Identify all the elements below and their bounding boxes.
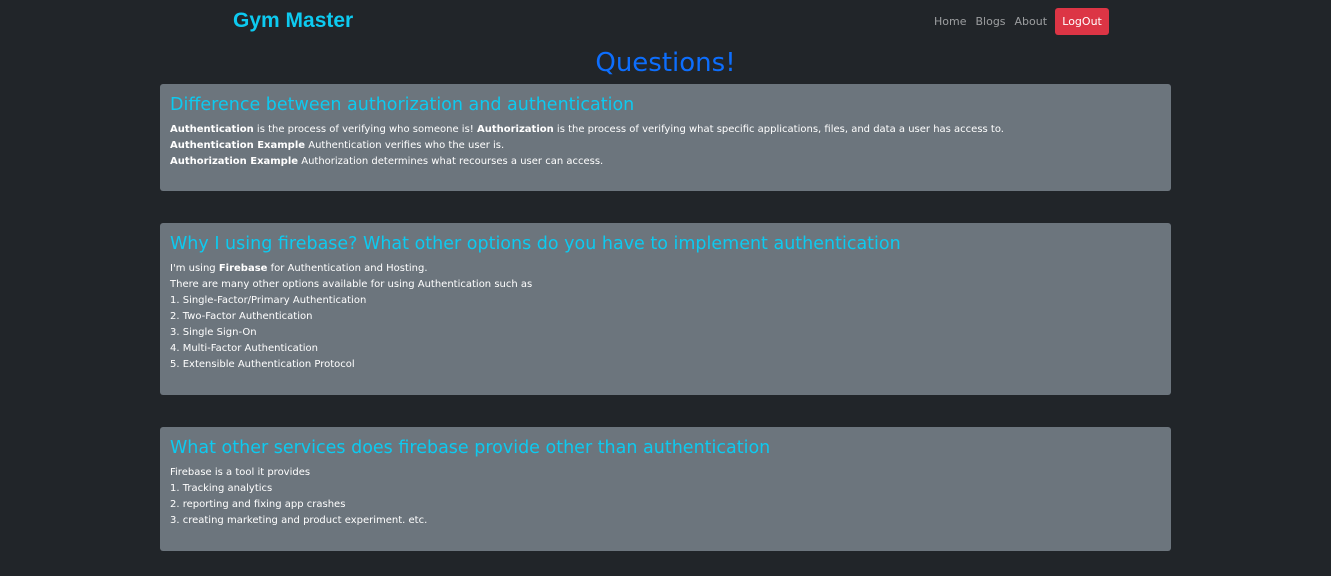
answer-line: Authentication Example Authentication ve… (170, 138, 1161, 154)
answer-list-item: 2. reporting and fixing app crashes (170, 499, 346, 510)
answer-bold-term: Authentication (170, 124, 254, 135)
answer-bold-term: Authorization (476, 124, 554, 135)
answer-text: for Authentication and Hosting. (267, 263, 428, 274)
answer-text: is the process of verifying what specifi… (553, 124, 1004, 135)
answer-list-item: 4. Multi-Factor Authentication (170, 343, 318, 354)
nav-links: Home Blogs About LogOut (934, 8, 1110, 35)
answer-text: I'm using (170, 263, 219, 274)
answer-line: There are many other options available f… (170, 279, 533, 290)
nav-link-about[interactable]: About (1015, 15, 1048, 28)
answer-list-item: 1. Tracking analytics (170, 483, 273, 494)
answer-bold-term: Firebase (218, 263, 268, 274)
answer-line: I'm using Firebase for Authentication an… (170, 261, 1161, 277)
answer-text: Authentication verifies who the user is. (305, 140, 505, 151)
top-navbar: Gym Master Home Blogs About LogOut (0, 0, 1331, 44)
answer-line: Authorization Example Authorization dete… (170, 154, 1161, 170)
answer-line: Firebase is a tool it provides (170, 467, 311, 478)
nav-link-home[interactable]: Home (934, 15, 966, 28)
brand-logo-link[interactable]: Gym Master (233, 9, 353, 33)
question-heading: Difference between authorization and aut… (170, 95, 635, 115)
answer-list-item: 2. Two-Factor Authentication (170, 311, 313, 322)
logout-button[interactable]: LogOut (1055, 8, 1110, 35)
answer-text: Authorization determines what recourses … (298, 156, 604, 167)
question-heading: Why I using firebase? What other options… (170, 234, 901, 254)
answer-list-item: 5. Extensible Authentication Protocol (170, 359, 355, 370)
qa-card-firebase-services: What other services does firebase provid… (160, 427, 1171, 551)
answer-line: Authentication is the process of verifyi… (170, 122, 1161, 138)
nav-link-blogs[interactable]: Blogs (975, 15, 1005, 28)
qa-card-why-firebase: Why I using firebase? What other options… (160, 223, 1171, 395)
answer-bold-term: Authorization Example (170, 156, 299, 167)
answer-bold-term: Authentication Example (170, 140, 306, 151)
qa-card-auth-difference: Difference between authorization and aut… (160, 84, 1171, 191)
question-heading: What other services does firebase provid… (170, 438, 771, 458)
answer-text: is the process of verifying who someone … (253, 124, 477, 135)
page-title: Questions! (595, 48, 736, 78)
answer-list-item: 3. Single Sign-On (170, 327, 257, 338)
answer-list-item: 3. creating marketing and product experi… (170, 515, 428, 526)
answer-list-item: 1. Single-Factor/Primary Authentication (170, 295, 367, 306)
